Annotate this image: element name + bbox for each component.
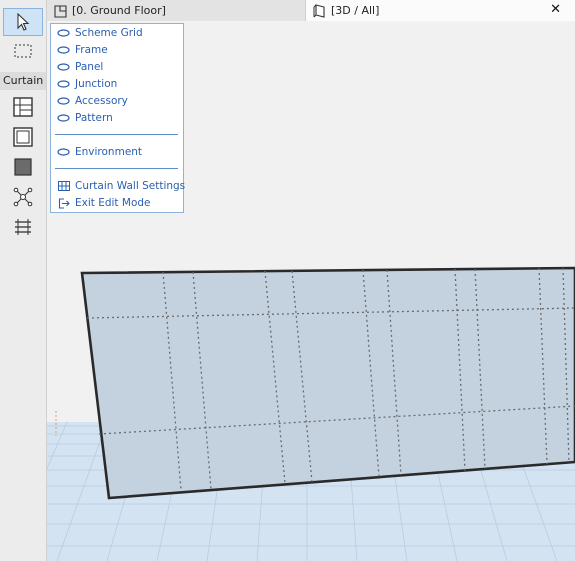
tab-3d-view[interactable]: [3D / All] ✕: [306, 0, 575, 21]
menu-item-label: Frame: [75, 44, 108, 56]
menu-item-label: Panel: [75, 61, 104, 73]
menu-item-accessory[interactable]: Accessory: [57, 93, 128, 109]
curtain-wall-edit-palette: Scheme Grid Frame Panel Junction Accesso…: [50, 23, 185, 213]
tool-section-label: Curtain Wall: [0, 72, 46, 90]
menu-divider: [55, 134, 178, 135]
menu-item-label: Pattern: [75, 112, 113, 124]
floor-plan-icon: [54, 4, 67, 18]
eye-icon: [57, 79, 70, 89]
menu-item-pattern[interactable]: Pattern: [57, 110, 113, 126]
menu-item-scheme-grid[interactable]: Scheme Grid: [57, 25, 143, 41]
accessory-icon[interactable]: [4, 214, 42, 240]
eye-icon: [57, 28, 70, 38]
eye-icon: [57, 62, 70, 72]
junction-icon[interactable]: [4, 184, 42, 210]
arrow-pointer-icon[interactable]: [3, 8, 43, 36]
toolbox: Curtain Wall: [0, 0, 47, 561]
exit-icon: [57, 197, 70, 209]
tab-label: [0. Ground Floor]: [72, 4, 166, 17]
curtain-wall-icon[interactable]: [4, 94, 42, 120]
scroll-up-indicator: [4, 0, 42, 4]
view-tab-bar: [0. Ground Floor] [3D / All] ✕: [47, 0, 575, 22]
marquee-icon[interactable]: [4, 38, 42, 64]
close-tab-icon[interactable]: ✕: [550, 2, 561, 17]
settings-grid-icon: [57, 181, 70, 191]
menu-item-label: Exit Edit Mode: [75, 197, 151, 209]
menu-item-junction[interactable]: Junction: [57, 76, 117, 92]
menu-item-label: Environment: [75, 146, 143, 158]
frame-icon[interactable]: [4, 124, 42, 150]
menu-item-environment[interactable]: Environment: [57, 144, 142, 160]
menu-item-exit-edit-mode[interactable]: Exit Edit Mode: [57, 195, 151, 211]
menu-item-curtain-wall-settings[interactable]: Curtain Wall Settings: [57, 178, 185, 194]
menu-item-label: Scheme Grid: [75, 27, 143, 39]
menu-item-label: Junction: [75, 78, 118, 90]
eye-icon: [57, 147, 70, 157]
menu-item-frame[interactable]: Frame: [57, 42, 108, 58]
curtain-wall[interactable]: [80, 266, 575, 500]
tab-ground-floor[interactable]: [0. Ground Floor]: [47, 0, 306, 21]
menu-item-label: Curtain Wall Settings: [75, 180, 186, 192]
eye-icon: [57, 45, 70, 55]
menu-item-label: Accessory: [75, 95, 128, 107]
tab-label: [3D / All]: [331, 4, 380, 17]
panel-icon[interactable]: [4, 154, 42, 180]
eye-icon: [57, 113, 70, 123]
eye-icon: [57, 96, 70, 106]
3d-view-icon: [313, 3, 325, 18]
menu-divider: [55, 168, 178, 169]
menu-item-panel[interactable]: Panel: [57, 59, 103, 75]
